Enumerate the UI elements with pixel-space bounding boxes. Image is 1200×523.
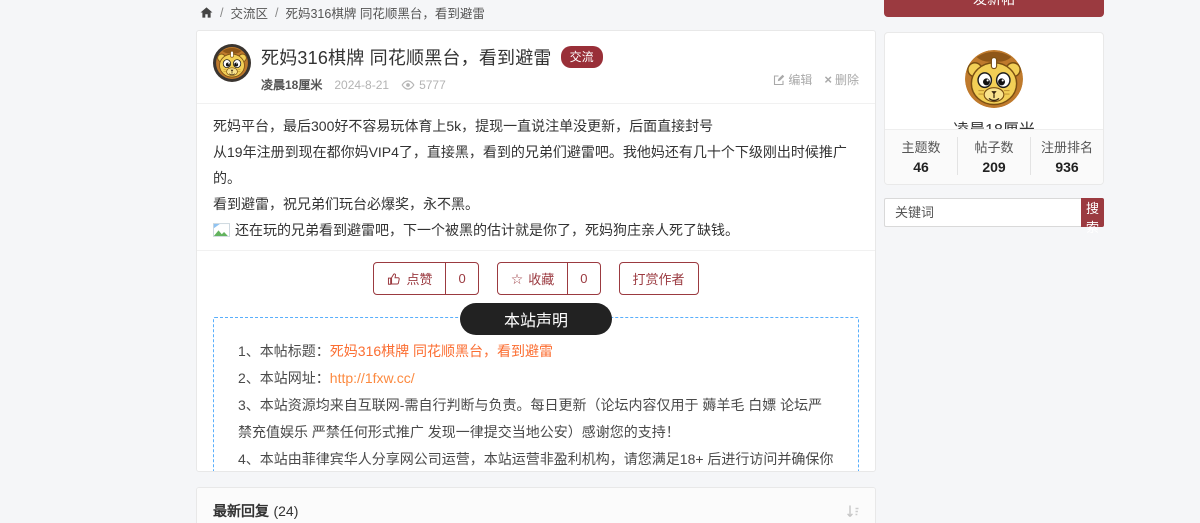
stat-posts: 帖子数 209: [957, 137, 1030, 175]
post-actions: 点赞 0 ☆ 收藏 0 打赏作者: [197, 250, 875, 305]
delete-icon: ×: [824, 72, 832, 87]
replies-count: (24): [273, 503, 299, 519]
replies-title: 最新回复: [213, 503, 269, 519]
breadcrumb-current: 死妈316棋牌 同花顺黑台，看到避雷: [285, 7, 485, 21]
notice-post-title-link[interactable]: 死妈316棋牌 同花顺黑台，看到避雷: [330, 343, 553, 359]
breadcrumb-separator: /: [275, 5, 279, 20]
broken-image-icon: [213, 219, 230, 245]
stat-register-rank: 注册排名 936: [1030, 137, 1103, 175]
star-icon: ☆: [510, 270, 524, 287]
search-button[interactable]: 搜索: [1081, 198, 1104, 235]
reward-button[interactable]: 打赏作者: [618, 262, 699, 295]
eye-icon: [401, 79, 415, 90]
post-header-text: 死妈316棋牌 同花顺黑台，看到避雷 交流 凌晨18厘米 2024-8-21 5…: [261, 44, 603, 93]
search-input[interactable]: [884, 198, 1081, 227]
new-post-button[interactable]: 发新帖: [884, 0, 1104, 17]
post-paragraph: 从19年注册到现在都你妈VIP4了，直接黑，看到的兄弟们避雷吧。我他妈还有几十个…: [213, 144, 847, 186]
home-icon[interactable]: [200, 6, 213, 19]
replies-card: 最新回复 (24): [196, 487, 876, 523]
user-card: 凌晨18厘米 主题数 46 帖子数 209 注册排名 936: [884, 32, 1104, 185]
user-stats: 主题数 46 帖子数 209 注册排名 936: [885, 129, 1103, 184]
notice-line: 3、本站资源均来自互联网-需自行判断与负责。每日更新（论坛内容仅用于 薅羊毛 白…: [238, 397, 823, 440]
post-admin-actions: 编辑 × 删除: [773, 71, 859, 88]
favorite-count: 0: [567, 263, 599, 294]
post-paragraph: 死妈平台，最后300好不容易玩体育上5k，提现一直说注单没更新，后面直接封号: [213, 118, 714, 134]
thumbs-up-icon: [388, 272, 401, 285]
page: / 交流区 / 死妈316棋牌 同花顺黑台，看到避雷 死妈316棋牌 同花顺黑台…: [0, 0, 1200, 523]
edit-button[interactable]: 编辑: [773, 71, 812, 88]
author-name[interactable]: 凌晨18厘米: [261, 76, 322, 93]
notice-title: 本站声明: [459, 303, 613, 335]
stat-topics: 主题数 46: [901, 140, 941, 175]
edit-icon: [774, 74, 785, 85]
post-date: 2024-8-21: [334, 77, 390, 92]
site-notice: 本站声明 1、本帖标题：死妈316棋牌 同花顺黑台，看到避雷 2、本站网址：ht…: [213, 303, 859, 471]
post-title: 死妈316棋牌 同花顺黑台，看到避雷: [261, 48, 552, 68]
site-url-link[interactable]: http://1fxw.cc/: [330, 370, 415, 386]
like-count: 0: [445, 263, 477, 294]
search-bar: 搜索: [884, 198, 1104, 235]
view-count: 5777: [401, 78, 446, 92]
post-paragraph: 看到避雷，祝兄弟们玩台必爆奖，永不黑。: [213, 196, 479, 212]
breadcrumb: / 交流区 / 死妈316棋牌 同花顺黑台，看到避雷: [200, 3, 485, 22]
view-count-value: 5777: [419, 77, 446, 92]
notice-line: 1、本帖标题：死妈316棋牌 同花顺黑台，看到避雷: [238, 343, 554, 359]
category-badge[interactable]: 交流: [560, 46, 603, 68]
notice-line: 2、本站网址：http://1fxw.cc/: [238, 370, 415, 386]
post-card: 死妈316棋牌 同花顺黑台，看到避雷 交流 凌晨18厘米 2024-8-21 5…: [196, 30, 876, 472]
post-header: 死妈316棋牌 同花顺黑台，看到避雷 交流 凌晨18厘米 2024-8-21 5…: [197, 31, 875, 104]
notice-line: 4、本站由菲律宾华人分享网公司运营，本站运营非盈利机构，请您满足18+ 后进行访…: [238, 451, 834, 467]
replies-header: 最新回复 (24): [197, 488, 875, 523]
post-content: 死妈平台，最后300好不容易玩体育上5k，提现一直说注单没更新，后面直接封号 从…: [197, 104, 875, 250]
sort-icon[interactable]: [846, 504, 859, 519]
favorite-button[interactable]: ☆ 收藏 0: [496, 262, 601, 295]
breadcrumb-separator: /: [220, 5, 224, 20]
breadcrumb-section-link[interactable]: 交流区: [230, 3, 268, 22]
user-avatar[interactable]: [965, 50, 1023, 108]
author-avatar[interactable]: [213, 44, 251, 82]
post-paragraph: 还在玩的兄弟看到避雷吧，下一个被黑的估计就是你了，死妈狗庄亲人死了缺钱。: [213, 217, 859, 245]
like-button[interactable]: 点赞 0: [373, 262, 479, 295]
delete-button[interactable]: × 删除: [824, 71, 859, 88]
